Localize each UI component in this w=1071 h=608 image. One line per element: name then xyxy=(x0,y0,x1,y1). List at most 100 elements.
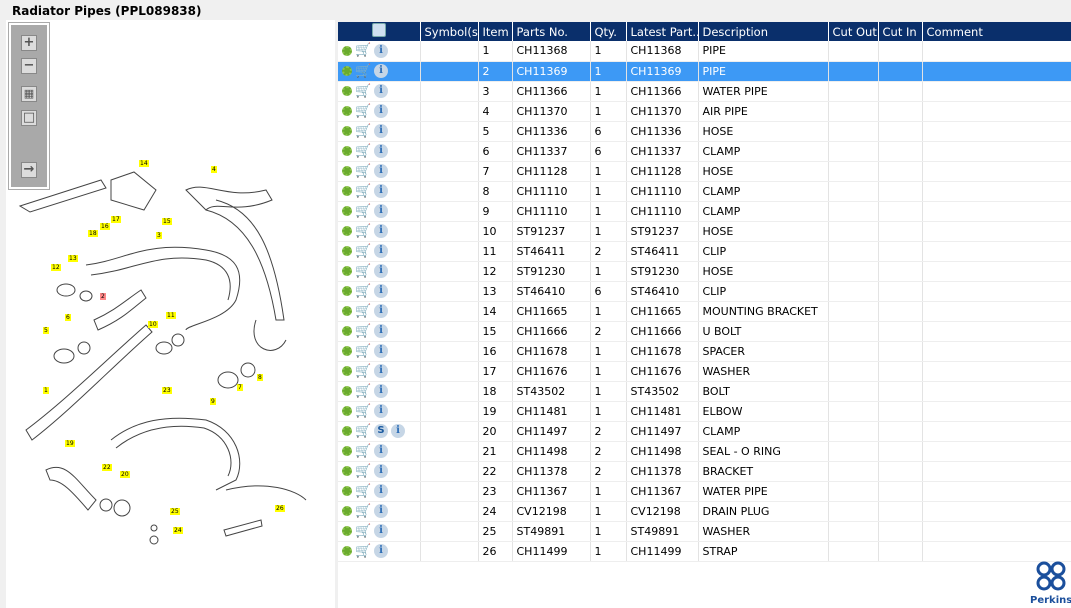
comment-cell[interactable] xyxy=(922,201,1071,222)
gear-icon[interactable] xyxy=(342,246,352,256)
info-icon[interactable]: i xyxy=(374,144,388,158)
column-header[interactable]: Latest Part... xyxy=(626,22,699,41)
table-row[interactable]: 🛒 i 3 CH11366 1 CH11366 WATER PIPE xyxy=(338,81,1071,102)
cart-icon[interactable]: 🛒 xyxy=(355,204,371,219)
callout-label[interactable]: 1 xyxy=(43,387,49,394)
callout-label[interactable]: 23 xyxy=(162,387,172,394)
info-icon[interactable]: i xyxy=(374,64,388,78)
cart-icon[interactable]: 🛒 xyxy=(355,164,371,179)
cart-icon[interactable]: 🛒 xyxy=(355,464,371,479)
table-row[interactable]: 🛒 i 5 CH11336 6 CH11336 HOSE xyxy=(338,121,1071,142)
callout-label[interactable]: 10 xyxy=(148,321,158,328)
callout-label[interactable]: 24 xyxy=(173,527,183,534)
column-header[interactable]: Cut Out xyxy=(828,22,879,41)
comment-cell[interactable] xyxy=(922,441,1071,462)
column-header[interactable]: Cut In xyxy=(878,22,923,41)
info-icon[interactable]: i xyxy=(374,284,388,298)
export-button[interactable]: → xyxy=(21,162,37,178)
cart-icon[interactable]: 🛒 xyxy=(355,424,371,439)
table-row[interactable]: 🛒 i 4 CH11370 1 CH11370 AIR PIPE xyxy=(338,101,1071,122)
table-row[interactable]: 🛒 i 13 ST46410 6 ST46410 CLIP xyxy=(338,281,1071,302)
comment-cell[interactable] xyxy=(922,41,1071,62)
fit-to-window-button[interactable]: ▦ xyxy=(21,86,37,102)
table-row[interactable]: 🛒 i 22 CH11378 2 CH11378 BRACKET xyxy=(338,461,1071,482)
table-row[interactable]: 🛒 i 16 CH11678 1 CH11678 SPACER xyxy=(338,341,1071,362)
gear-icon[interactable] xyxy=(342,66,352,76)
info-icon[interactable]: i xyxy=(374,244,388,258)
callout-label[interactable]: 25 xyxy=(170,508,180,515)
cart-icon[interactable]: 🛒 xyxy=(355,224,371,239)
gear-icon[interactable] xyxy=(342,186,352,196)
callout-label[interactable]: 14 xyxy=(139,160,149,167)
column-header[interactable]: Parts No. xyxy=(512,22,591,41)
gear-icon[interactable] xyxy=(342,86,352,96)
info-icon[interactable]: i xyxy=(374,304,388,318)
gear-icon[interactable] xyxy=(342,486,352,496)
info-icon[interactable]: i xyxy=(374,504,388,518)
gear-icon[interactable] xyxy=(342,226,352,236)
cart-icon[interactable]: 🛒 xyxy=(355,444,371,459)
cart-icon[interactable]: 🛒 xyxy=(355,364,371,379)
comment-cell[interactable] xyxy=(922,541,1071,562)
info-icon[interactable]: i xyxy=(374,384,388,398)
info-icon[interactable]: i xyxy=(374,164,388,178)
table-row[interactable]: 🛒 i 18 ST43502 1 ST43502 BOLT xyxy=(338,381,1071,402)
info-icon[interactable]: i xyxy=(374,524,388,538)
callout-label[interactable]: 18 xyxy=(88,230,98,237)
cart-icon[interactable]: 🛒 xyxy=(355,504,371,519)
table-row[interactable]: 🛒 i 9 CH11110 1 CH11110 CLAMP xyxy=(338,201,1071,222)
table-row[interactable]: 🛒 i 26 CH11499 1 CH11499 STRAP xyxy=(338,541,1071,562)
cart-icon[interactable]: 🛒 xyxy=(355,64,371,79)
callout-label[interactable]: 19 xyxy=(65,440,75,447)
cart-icon[interactable]: 🛒 xyxy=(355,264,371,279)
gear-icon[interactable] xyxy=(342,426,352,436)
callout-label[interactable]: 17 xyxy=(111,216,121,223)
callout-label[interactable]: 20 xyxy=(120,471,130,478)
table-row[interactable]: 🛒 i 10 ST91237 1 ST91237 HOSE xyxy=(338,221,1071,242)
callout-label[interactable]: 2 xyxy=(100,293,106,300)
column-header[interactable]: Qty. xyxy=(590,22,627,41)
gear-icon[interactable] xyxy=(342,126,352,136)
table-row[interactable]: 🛒 i 15 CH11666 2 CH11666 U BOLT xyxy=(338,321,1071,342)
cart-icon[interactable]: 🛒 xyxy=(355,344,371,359)
gear-icon[interactable] xyxy=(342,446,352,456)
cart-icon[interactable]: 🛒 xyxy=(355,304,371,319)
info-icon[interactable]: i xyxy=(374,444,388,458)
table-row[interactable]: 🛒 i 2 CH11369 1 CH11369 PIPE xyxy=(338,61,1071,82)
comment-cell[interactable] xyxy=(922,501,1071,522)
info-icon[interactable]: i xyxy=(374,344,388,358)
column-header[interactable]: Comment xyxy=(922,22,1071,41)
gear-icon[interactable] xyxy=(342,506,352,516)
zoom-out-button[interactable]: − xyxy=(21,58,37,74)
callout-label[interactable]: 5 xyxy=(43,327,49,334)
comment-cell[interactable] xyxy=(922,221,1071,242)
gear-icon[interactable] xyxy=(342,206,352,216)
comment-cell[interactable] xyxy=(922,281,1071,302)
cart-icon[interactable]: 🛒 xyxy=(355,104,371,119)
table-row[interactable]: 🛒 i 19 CH11481 1 CH11481 ELBOW xyxy=(338,401,1071,422)
info-icon[interactable]: i xyxy=(374,544,388,558)
callout-label[interactable]: 22 xyxy=(102,464,112,471)
cart-icon[interactable]: 🛒 xyxy=(355,484,371,499)
table-row[interactable]: 🛒 i 23 CH11367 1 CH11367 WATER PIPE xyxy=(338,481,1071,502)
table-row[interactable]: 🛒 i 11 ST46411 2 ST46411 CLIP xyxy=(338,241,1071,262)
callout-label[interactable]: 6 xyxy=(65,314,71,321)
comment-cell[interactable] xyxy=(922,261,1071,282)
column-header[interactable]: Description xyxy=(698,22,829,41)
cart-icon[interactable]: 🛒 xyxy=(355,144,371,159)
column-header[interactable]: Item xyxy=(478,22,513,41)
gear-icon[interactable] xyxy=(342,346,352,356)
table-row[interactable]: 🛒 i 24 CV12198 1 CV12198 DRAIN PLUG xyxy=(338,501,1071,522)
table-row[interactable]: 🛒 i 6 CH11337 6 CH11337 CLAMP xyxy=(338,141,1071,162)
table-row[interactable]: 🛒 i 12 ST91230 1 ST91230 HOSE xyxy=(338,261,1071,282)
callout-label[interactable]: 8 xyxy=(257,374,263,381)
table-row[interactable]: 🛒 i 14 CH11665 1 CH11665 MOUNTING BRACKET xyxy=(338,301,1071,322)
info-icon[interactable]: i xyxy=(374,224,388,238)
cart-icon[interactable]: 🛒 xyxy=(355,43,371,58)
cart-icon[interactable]: 🛒 xyxy=(355,404,371,419)
zoom-in-button[interactable]: + xyxy=(21,35,37,51)
comment-cell[interactable] xyxy=(922,341,1071,362)
callout-label[interactable]: 15 xyxy=(162,218,172,225)
comment-cell[interactable] xyxy=(922,101,1071,122)
callout-label[interactable]: 16 xyxy=(100,223,110,230)
